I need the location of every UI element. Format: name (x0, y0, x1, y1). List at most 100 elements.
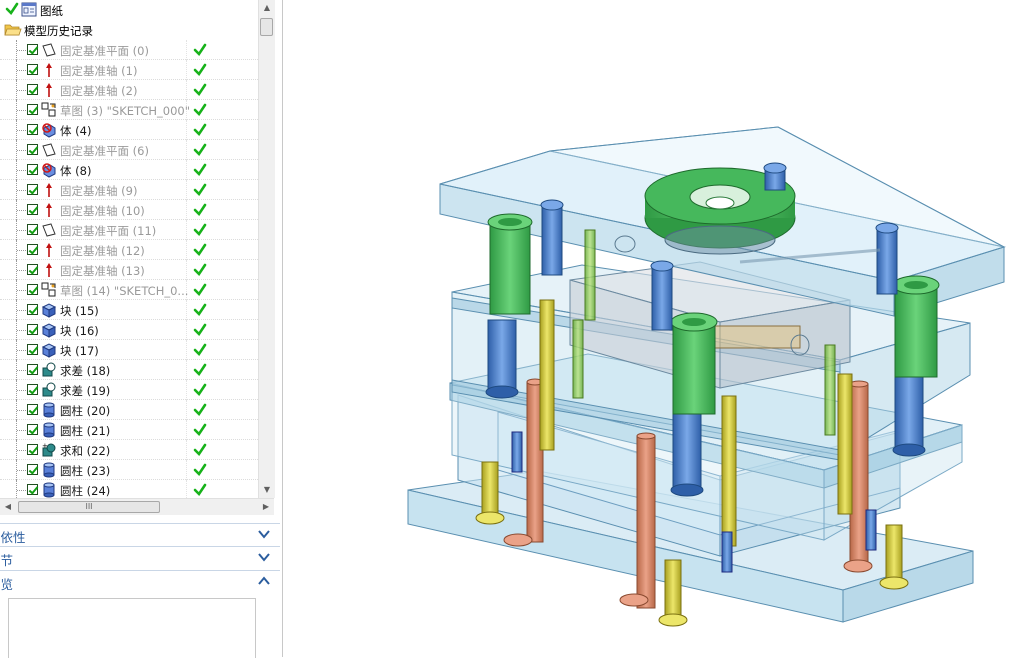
scroll-up-arrow-icon[interactable]: ▲ (259, 0, 275, 16)
mold-assembly-model[interactable] (288, 0, 1018, 657)
tree-row-feature[interactable]: 求差 (19) (0, 380, 258, 400)
scroll-right-arrow-icon[interactable]: ▶ (258, 499, 274, 515)
datum-axis-icon (41, 62, 57, 78)
visibility-checkbox[interactable] (27, 424, 38, 435)
sketch-icon (41, 102, 57, 118)
visibility-checkbox[interactable] (27, 144, 38, 155)
visibility-checkbox[interactable] (27, 264, 38, 275)
tree-branch-line (17, 370, 26, 371)
visibility-checkbox[interactable] (27, 164, 38, 175)
unite-icon: + (41, 442, 57, 458)
model-tree: 图纸 模型历史记录 固定基准平面 (0) 固定基准轴 (1) 固定基准轴 (2) 草图… (0, 0, 258, 498)
chevron-down-icon[interactable] (258, 528, 270, 540)
tree-row-feature[interactable]: 圆柱 (24) (0, 480, 258, 498)
scroll-down-arrow-icon[interactable]: ▼ (259, 482, 275, 498)
visibility-checkbox[interactable] (27, 344, 38, 355)
feature-label: 固定基准平面 (11) (60, 224, 157, 238)
tree-row-feature[interactable]: 圆柱 (21) (0, 420, 258, 440)
tree-row-feature[interactable]: 圆柱 (23) (0, 460, 258, 480)
visibility-checkbox[interactable] (27, 324, 38, 335)
checkmark-icon (5, 2, 19, 16)
tree-row-feature[interactable]: 块 (15) (0, 300, 258, 320)
column-separator (186, 40, 187, 60)
chevron-down-icon[interactable] (258, 551, 270, 563)
tree-row-feature[interactable]: 圆柱 (20) (0, 400, 258, 420)
section-preview[interactable]: 预览 (0, 570, 280, 593)
visibility-checkbox[interactable] (27, 464, 38, 475)
horizontal-scrollbar[interactable]: ◀ III ▶ (0, 498, 274, 515)
visibility-checkbox[interactable] (27, 84, 38, 95)
drawing-sheet-icon (21, 2, 37, 17)
tree-row-feature[interactable]: 体 (4) (0, 120, 258, 140)
column-separator (186, 360, 187, 380)
subtract-icon (41, 362, 57, 378)
tree-row-feature[interactable]: + 求和 (22) (0, 440, 258, 460)
tree-row-feature[interactable]: 固定基准轴 (9) (0, 180, 258, 200)
tree-row-feature[interactable]: 固定基准轴 (2) (0, 80, 258, 100)
folder-open-icon (4, 24, 22, 36)
visibility-checkbox[interactable] (27, 284, 38, 295)
section-preview-title: 预览 (0, 577, 14, 592)
section-dependencies[interactable]: 相依性 (0, 523, 280, 546)
tree-row-feature[interactable]: 块 (16) (0, 320, 258, 340)
visibility-checkbox[interactable] (27, 364, 38, 375)
feature-label: 圆柱 (23) (60, 464, 111, 478)
scroll-left-arrow-icon[interactable]: ◀ (0, 499, 16, 515)
visibility-checkbox[interactable] (27, 204, 38, 215)
tree-branch-line (17, 390, 26, 391)
section-details[interactable]: 细节 (0, 546, 280, 569)
status-check-icon (193, 83, 207, 97)
horizontal-scroll-thumb[interactable]: III (18, 501, 160, 513)
feature-label: 圆柱 (24) (60, 484, 111, 498)
tree-row-feature[interactable]: 草图 (3) "SKETCH_000" (0, 100, 258, 120)
feature-label: 圆柱 (20) (60, 404, 111, 418)
feature-label: 体 (4) (60, 124, 92, 138)
tree-guide-line (16, 480, 18, 498)
column-separator (186, 340, 187, 360)
tree-row-feature[interactable]: 固定基准轴 (12) (0, 240, 258, 260)
visibility-checkbox[interactable] (27, 484, 38, 495)
tree-row-feature[interactable]: 固定基准平面 (6) (0, 140, 258, 160)
datum-plane-icon (41, 222, 57, 238)
visibility-checkbox[interactable] (27, 444, 38, 455)
visibility-checkbox[interactable] (27, 184, 38, 195)
visibility-checkbox[interactable] (27, 244, 38, 255)
visibility-checkbox[interactable] (27, 384, 38, 395)
tree-row-feature[interactable]: 固定基准轴 (10) (0, 200, 258, 220)
vertical-scrollbar[interactable]: ▲ ▼ (258, 0, 275, 498)
tree-branch-line (17, 210, 26, 211)
visibility-checkbox[interactable] (27, 124, 38, 135)
cylinder-icon (41, 422, 57, 438)
datum-plane-icon (41, 142, 57, 158)
status-check-icon (193, 203, 207, 217)
tree-row-feature[interactable]: 求差 (18) (0, 360, 258, 380)
column-separator (186, 80, 187, 100)
visibility-checkbox[interactable] (27, 304, 38, 315)
column-separator (186, 420, 187, 440)
block-icon (41, 302, 57, 318)
tree-row-drawing[interactable]: 图纸 (0, 0, 258, 20)
tree-row-feature[interactable]: 固定基准平面 (11) (0, 220, 258, 240)
status-check-icon (193, 443, 207, 457)
tree-row-feature[interactable]: 块 (17) (0, 340, 258, 360)
visibility-checkbox[interactable] (27, 224, 38, 235)
column-separator (186, 180, 187, 200)
tree-row-feature[interactable]: 草图 (14) "SKETCH_0... (0, 280, 258, 300)
tree-row-feature[interactable]: 固定基准轴 (1) (0, 60, 258, 80)
column-separator (186, 140, 187, 160)
visibility-checkbox[interactable] (27, 104, 38, 115)
tree-row-feature[interactable]: 固定基准平面 (0) (0, 40, 258, 60)
column-separator (186, 400, 187, 420)
tree-row-feature[interactable]: 体 (8) (0, 160, 258, 180)
column-separator (186, 480, 187, 498)
tree-branch-line (17, 330, 26, 331)
chevron-up-icon[interactable] (258, 575, 270, 587)
graphics-window[interactable] (288, 0, 1018, 657)
vertical-scroll-thumb[interactable] (260, 18, 273, 36)
visibility-checkbox[interactable] (27, 64, 38, 75)
tree-row-model-history[interactable]: 模型历史记录 (0, 20, 258, 40)
visibility-checkbox[interactable] (27, 404, 38, 415)
visibility-checkbox[interactable] (27, 44, 38, 55)
column-separator (186, 160, 187, 180)
tree-row-feature[interactable]: 固定基准轴 (13) (0, 260, 258, 280)
